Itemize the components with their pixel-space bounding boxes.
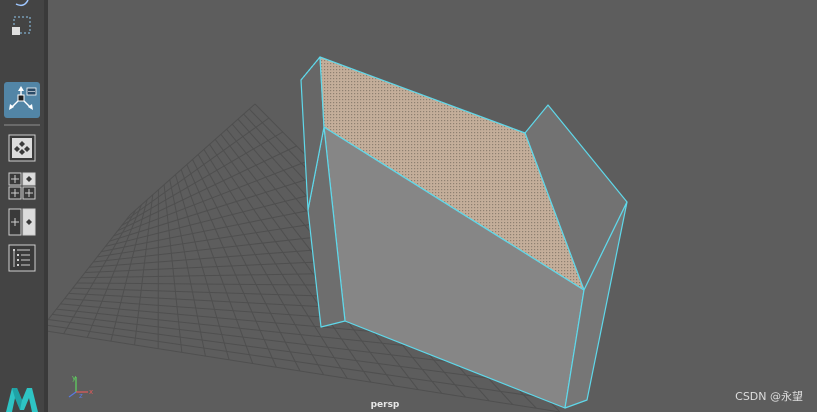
two-pane-layout-icon <box>8 207 36 237</box>
manipulator-icon <box>6 84 38 116</box>
single-perspective-layout-button[interactable] <box>4 130 40 166</box>
outliner-layout-button[interactable] <box>4 240 40 276</box>
grid-line <box>121 131 283 226</box>
perspective-viewport[interactable]: y x z <box>48 0 817 412</box>
svg-text:z: z <box>79 392 83 398</box>
polygon-mesh <box>300 56 628 409</box>
axis-gizmo: y x z <box>66 372 96 402</box>
marquee-select-icon <box>9 13 35 39</box>
toolbox-divider <box>4 124 40 126</box>
toolbox <box>0 0 45 412</box>
single-perspective-layout-icon <box>8 134 36 162</box>
grid-line <box>113 159 311 237</box>
maya-logo-icon <box>4 384 40 412</box>
two-pane-layout-button[interactable] <box>4 204 40 240</box>
select-icon <box>10 0 34 8</box>
watermark: CSDN @永望 <box>735 390 803 403</box>
outliner-layout-icon <box>8 243 36 273</box>
scene-canvas[interactable] <box>48 0 817 412</box>
four-view-layout-icon <box>8 171 36 201</box>
four-view-layout-button[interactable] <box>4 168 40 204</box>
manipulator-tool[interactable] <box>4 82 40 118</box>
svg-text:x: x <box>89 388 93 396</box>
marquee-select-tool[interactable] <box>4 8 40 44</box>
svg-text:y: y <box>72 374 76 382</box>
camera-label: persp <box>370 400 400 410</box>
maya-window: y x z persp CSDN @永望 <box>0 0 817 412</box>
